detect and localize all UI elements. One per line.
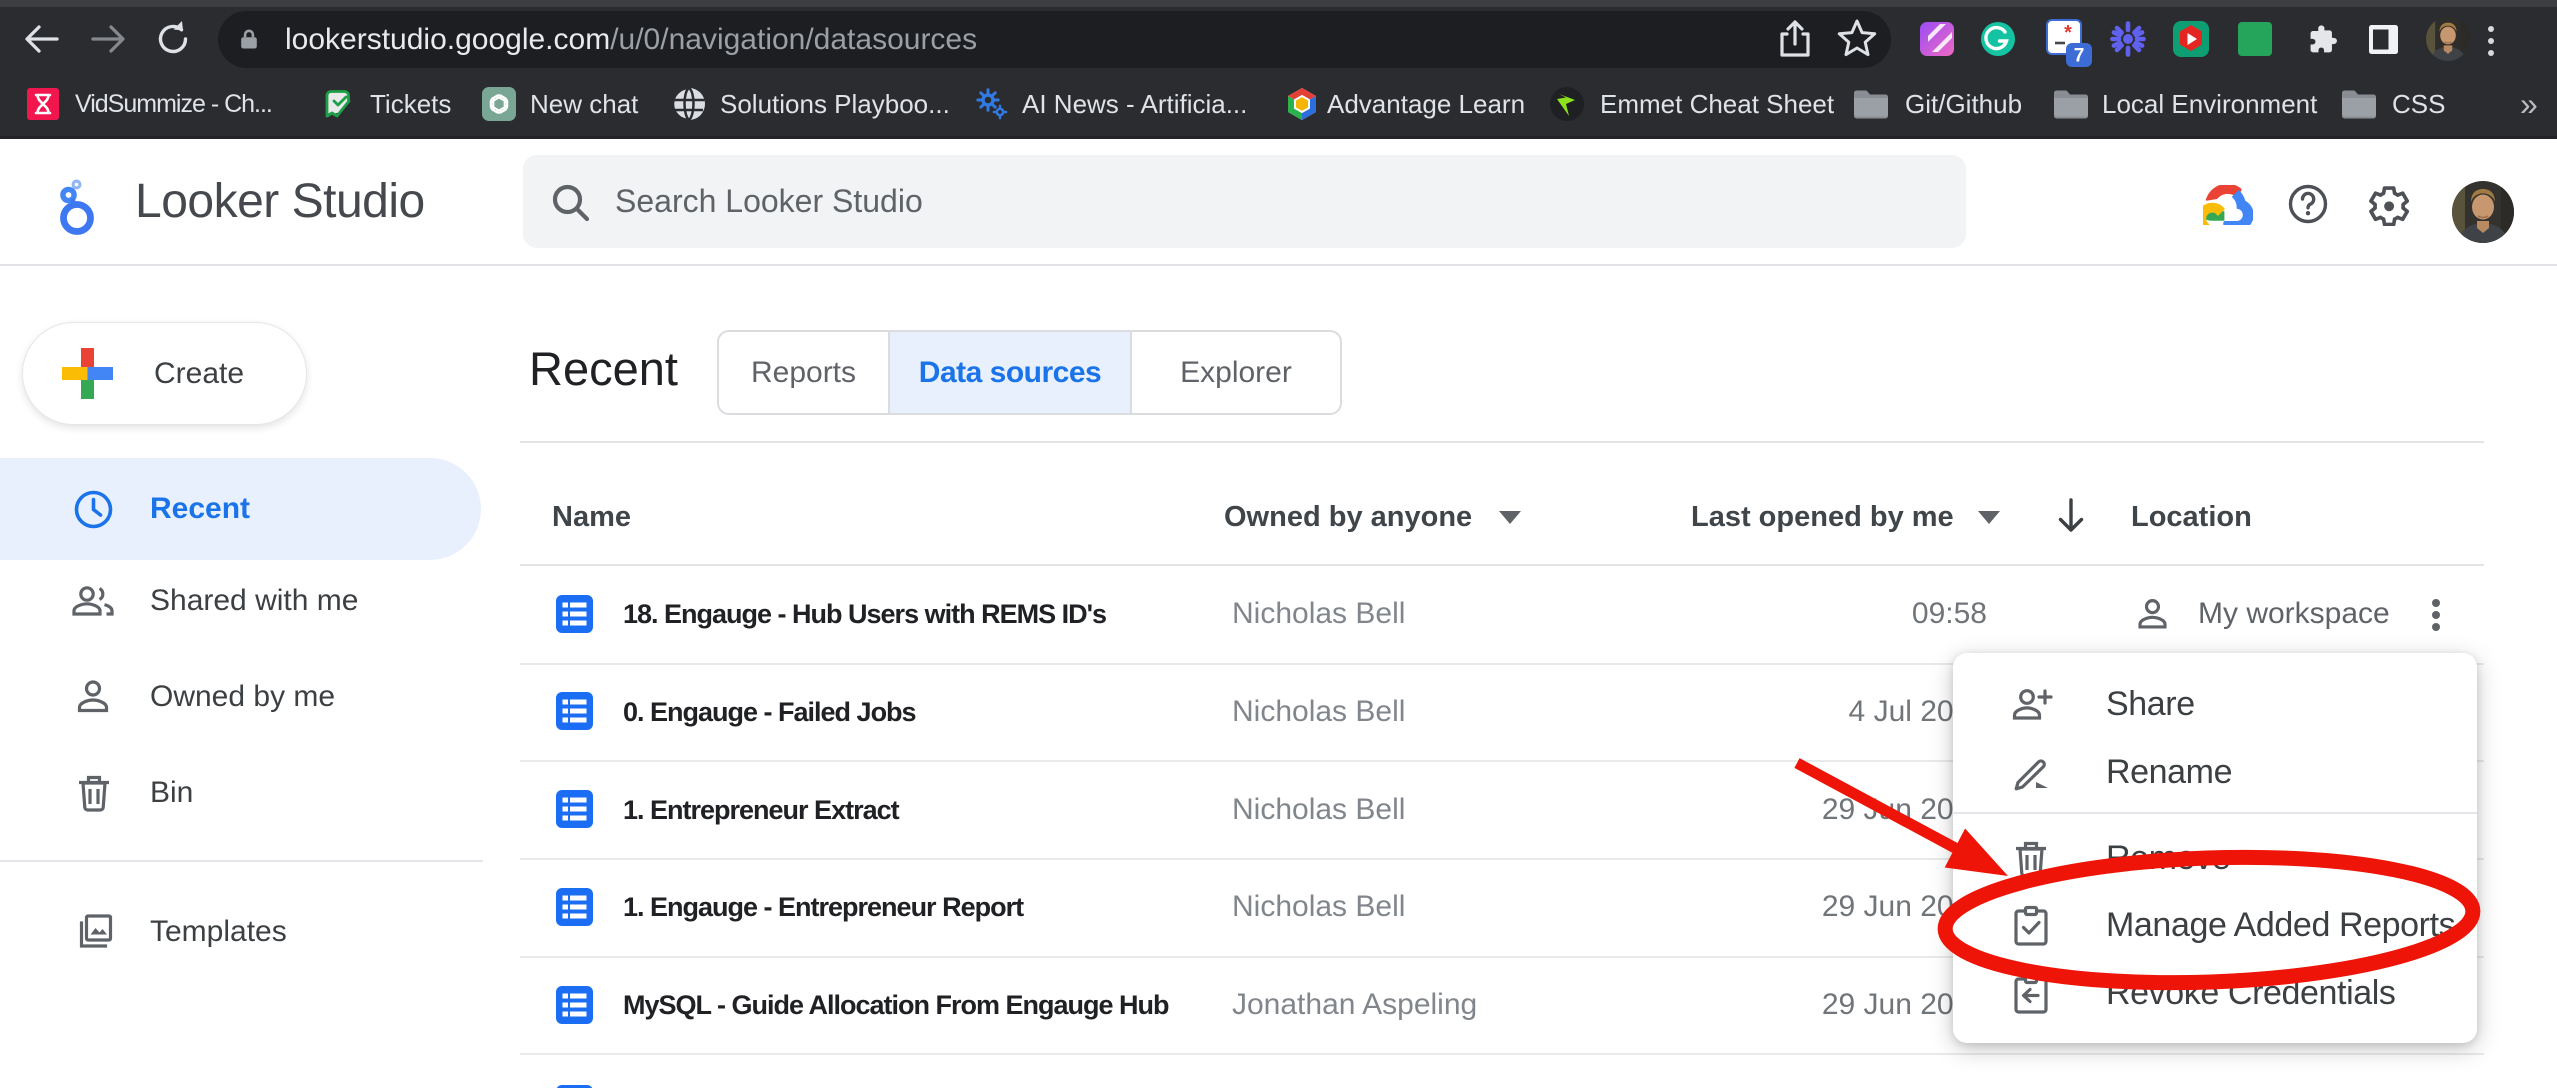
svg-text:7: 7 bbox=[2074, 46, 2085, 67]
svg-text:*: * bbox=[2064, 22, 2072, 44]
